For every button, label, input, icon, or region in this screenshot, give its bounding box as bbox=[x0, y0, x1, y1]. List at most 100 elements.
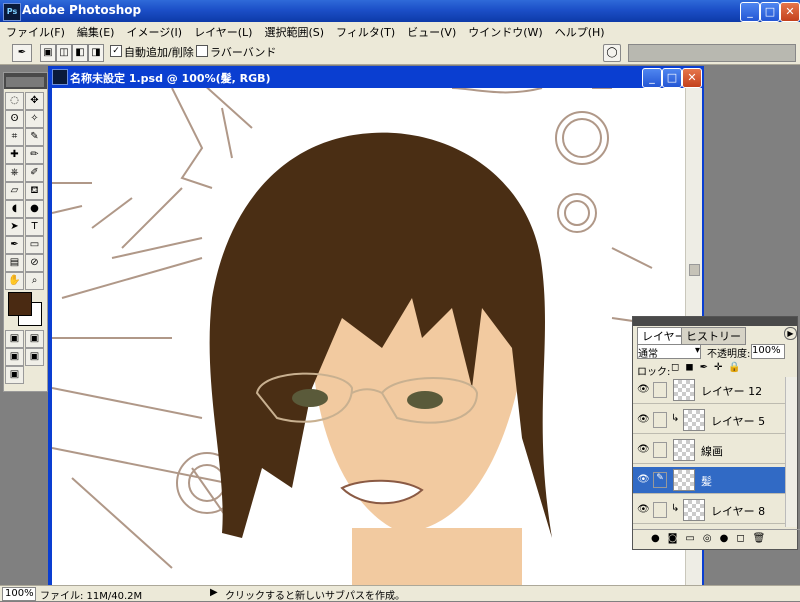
screen-mode-icon[interactable]: ▣ bbox=[5, 348, 24, 366]
type-tool-icon[interactable]: T bbox=[25, 218, 44, 236]
notes-tool-icon[interactable]: ▤ bbox=[5, 254, 24, 272]
move-tool-icon[interactable]: ✥ bbox=[25, 92, 44, 110]
doc-minimize-button[interactable]: _ bbox=[642, 68, 662, 88]
lock-icons[interactable]: ◻◼✒✛🔒 bbox=[671, 362, 747, 373]
eye-icon[interactable]: 👁 bbox=[637, 474, 650, 485]
layers-scrollbar[interactable] bbox=[785, 377, 797, 527]
app-title: Adobe Photoshop bbox=[22, 3, 142, 17]
layer-thumbnail bbox=[683, 409, 705, 431]
auto-add-delete-label: 自動追加/削除 bbox=[124, 46, 194, 59]
pen-tool-icon[interactable]: ✒ bbox=[5, 236, 24, 254]
menu-select[interactable]: 選択範囲(S) bbox=[258, 22, 330, 42]
options-bar: ✒ ▣ ◫ ◧ ◨ ✓ 自動追加/削除 ラバーバンド ◯ bbox=[0, 40, 800, 65]
status-bar: 100% ファイル: 11M/40.2M ▶ クリックすると新しいサブパスを作成… bbox=[0, 585, 800, 602]
artwork bbox=[52, 88, 683, 585]
left-eye bbox=[292, 389, 328, 407]
document-title: 名称未設定 1.psd @ 100%(髪, RGB) bbox=[70, 72, 271, 85]
marquee-tool-icon[interactable]: ◌ bbox=[5, 92, 24, 110]
blend-mode-select[interactable]: 通常 ▾ bbox=[637, 344, 701, 360]
zoom-field[interactable]: 100% bbox=[2, 587, 36, 601]
path-intersect-icon[interactable]: ◨ bbox=[88, 44, 104, 62]
rubber-band-label: ラバーバンド bbox=[210, 46, 277, 59]
menu-filter[interactable]: フィルタ(T) bbox=[330, 22, 401, 42]
scroll-thumb[interactable] bbox=[689, 264, 700, 276]
link-slot[interactable] bbox=[653, 382, 667, 398]
menu-image[interactable]: イメージ(I) bbox=[120, 22, 188, 42]
brush-icon[interactable]: ✎ bbox=[653, 472, 667, 488]
rubber-band-checkbox[interactable] bbox=[196, 45, 208, 57]
blur-tool-icon[interactable]: ◖ bbox=[5, 200, 24, 218]
auto-add-delete-checkbox[interactable]: ✓ bbox=[110, 45, 122, 57]
brush-tool-icon[interactable]: ✏ bbox=[25, 146, 44, 164]
path-select-tool-icon[interactable]: ➤ bbox=[5, 218, 24, 236]
layer-row[interactable]: 👁 レイヤー 12 bbox=[633, 377, 785, 404]
face bbox=[312, 288, 522, 533]
layer-thumbnail bbox=[673, 379, 695, 401]
lock-label: ロック: bbox=[637, 367, 671, 378]
menu-file[interactable]: ファイル(F) bbox=[0, 22, 71, 42]
layer-row[interactable]: 👁 線画 bbox=[633, 437, 785, 464]
layers-palette-header[interactable] bbox=[633, 317, 797, 326]
dodge-tool-icon[interactable]: ● bbox=[25, 200, 44, 218]
layers-footer-buttons[interactable]: ●◙▭◎●◻🗑 bbox=[633, 529, 800, 548]
menu-window[interactable]: ウインドウ(W) bbox=[462, 22, 548, 42]
menu-edit[interactable]: 編集(E) bbox=[71, 22, 121, 42]
bucket-tool-icon[interactable]: ⛾ bbox=[25, 182, 44, 200]
foreground-color-swatch[interactable] bbox=[8, 292, 32, 316]
link-slot[interactable] bbox=[653, 502, 667, 518]
magic-wand-tool-icon[interactable]: ✧ bbox=[25, 110, 44, 128]
jump-to-imageready-icon[interactable]: ▣ bbox=[5, 366, 24, 384]
layers-palette: レイヤー ヒストリー ▶ 通常 ▾ 不透明度: 100% ロック: ◻◼✒✛🔒 👁… bbox=[632, 316, 800, 550]
layer-row[interactable]: 👁 ✎ 髪 bbox=[633, 467, 785, 494]
link-slot[interactable] bbox=[653, 442, 667, 458]
hand-tool-icon[interactable]: ✋ bbox=[5, 272, 24, 290]
right-eye bbox=[407, 391, 443, 409]
slice-tool-icon[interactable]: ✎ bbox=[25, 128, 44, 146]
menu-layer[interactable]: レイヤー(L) bbox=[188, 22, 258, 42]
doc-close-button[interactable]: ✕ bbox=[682, 68, 702, 88]
doc-maximize-button[interactable]: □ bbox=[662, 68, 682, 88]
eye-icon[interactable]: 👁 bbox=[637, 414, 650, 425]
link-slot[interactable] bbox=[653, 412, 667, 428]
path-mode-icon[interactable]: ▣ bbox=[40, 44, 56, 62]
canvas[interactable] bbox=[52, 88, 685, 585]
full-screen-icon[interactable]: ▣ bbox=[25, 348, 44, 366]
standard-mode-icon[interactable]: ▣ bbox=[25, 330, 44, 348]
menu-help[interactable]: ヘルプ(H) bbox=[549, 22, 611, 42]
document-icon bbox=[52, 69, 68, 85]
healing-tool-icon[interactable]: ✚ bbox=[5, 146, 24, 164]
eyedropper-tool-icon[interactable]: ⊘ bbox=[25, 254, 44, 272]
circle-option-icon[interactable]: ◯ bbox=[603, 44, 621, 62]
shape-tool-icon[interactable]: ▭ bbox=[25, 236, 44, 254]
photoshop-logo-icon: Ps bbox=[3, 3, 21, 21]
path-subtract-icon[interactable]: ◧ bbox=[72, 44, 88, 62]
eye-icon[interactable]: 👁 bbox=[637, 504, 650, 515]
eye-icon[interactable]: 👁 bbox=[637, 384, 650, 395]
history-brush-tool-icon[interactable]: ✐ bbox=[25, 164, 44, 182]
palette-menu-icon[interactable]: ▶ bbox=[784, 327, 797, 340]
layer-row[interactable]: 👁 ↳ レイヤー 5 bbox=[633, 407, 785, 434]
opacity-input[interactable]: 100% bbox=[751, 344, 785, 359]
layer-name: 髪 bbox=[701, 475, 712, 488]
neck bbox=[352, 528, 522, 585]
zoom-tool-icon[interactable]: ⌕ bbox=[25, 272, 44, 290]
tab-history[interactable]: ヒストリー bbox=[681, 327, 746, 345]
stamp-tool-icon[interactable]: ⎈ bbox=[5, 164, 24, 182]
maximize-button[interactable]: □ bbox=[760, 2, 780, 22]
palette-well[interactable] bbox=[628, 44, 796, 62]
pen-tool-icon[interactable]: ✒ bbox=[12, 44, 32, 62]
quick-mask-icon[interactable]: ▣ bbox=[5, 330, 24, 348]
clipping-mask-icon: ↳ bbox=[671, 503, 680, 514]
minimize-button[interactable]: _ bbox=[740, 2, 760, 22]
eraser-tool-icon[interactable]: ▱ bbox=[5, 182, 24, 200]
crop-tool-icon[interactable]: ⌗ bbox=[5, 128, 24, 146]
close-button[interactable]: ✕ bbox=[780, 2, 800, 22]
path-add-icon[interactable]: ◫ bbox=[56, 44, 72, 62]
lasso-tool-icon[interactable]: ʘ bbox=[5, 110, 24, 128]
eye-icon[interactable]: 👁 bbox=[637, 444, 650, 455]
layer-thumbnail bbox=[673, 469, 695, 491]
status-arrow-icon[interactable]: ▶ bbox=[210, 587, 218, 598]
menu-view[interactable]: ビュー(V) bbox=[401, 22, 462, 42]
layer-name: レイヤー 8 bbox=[711, 505, 766, 518]
layer-row[interactable]: 👁 ↳ レイヤー 8 bbox=[633, 497, 785, 524]
